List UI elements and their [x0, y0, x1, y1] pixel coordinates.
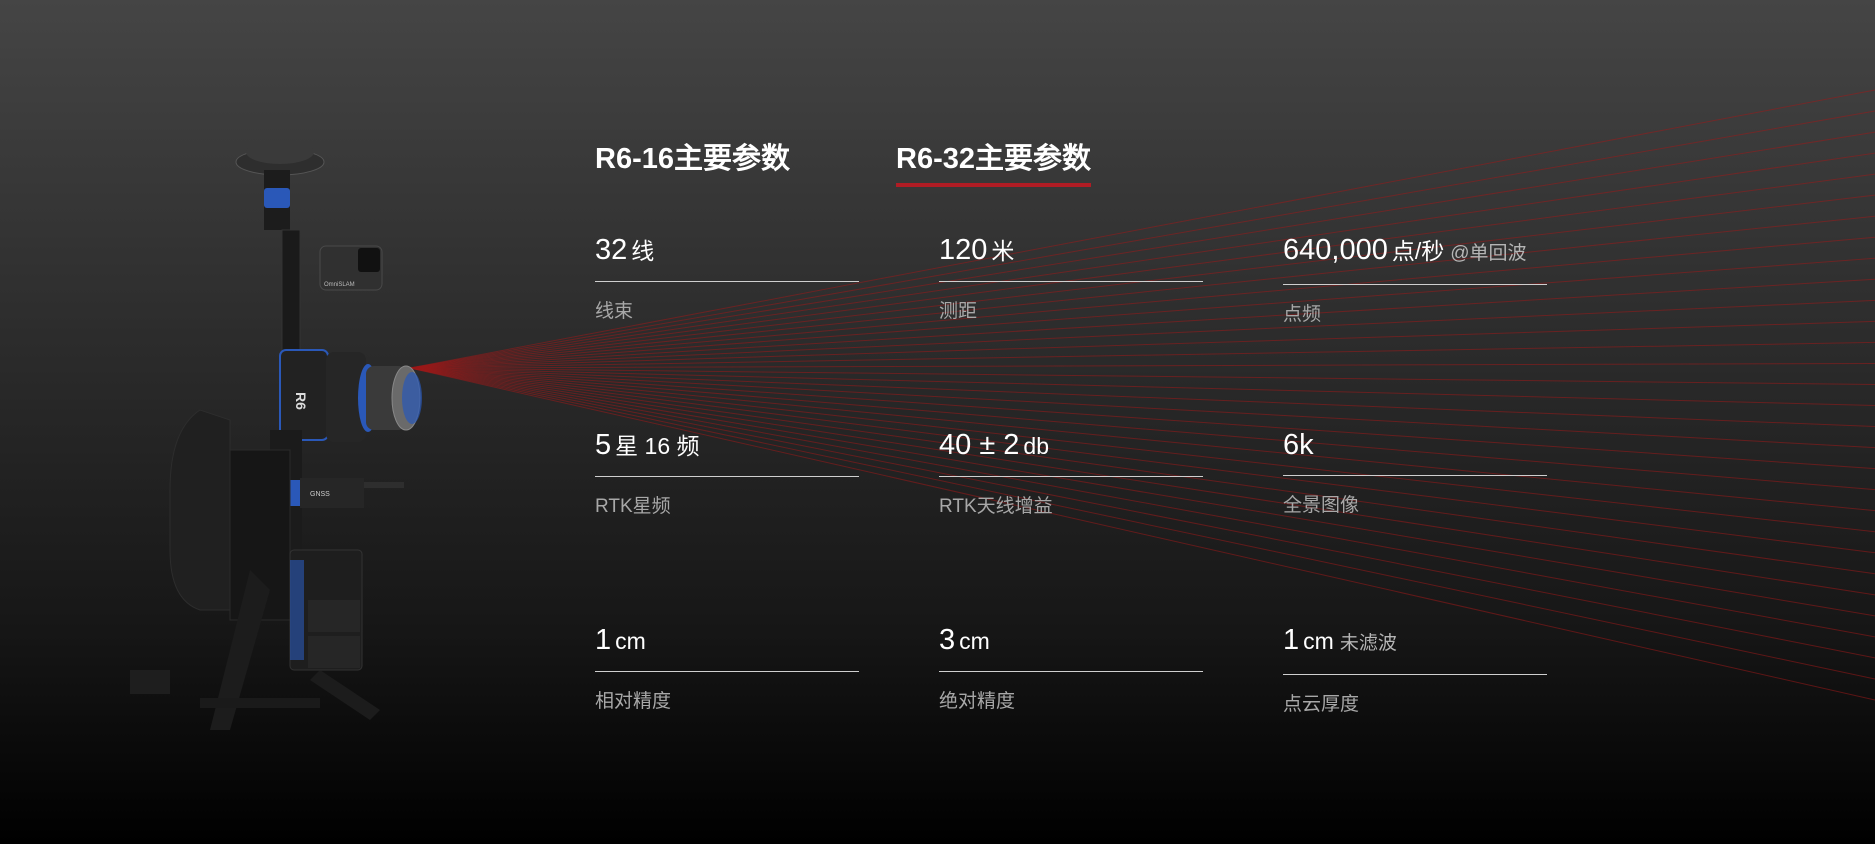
spec-label: 测距	[939, 301, 978, 322]
spec-item: 1 cm 相对精度	[595, 622, 859, 713]
spec-unit: cm	[959, 628, 990, 654]
spec-value-row: 1 cm	[595, 622, 859, 672]
device-brand-text: OmniSLAM	[324, 282, 355, 288]
spec-value-row: 6k	[1283, 427, 1547, 476]
spec-value: 5	[595, 429, 612, 461]
laser-ray	[409, 367, 1875, 428]
spec-value-row: 3 cm	[939, 622, 1203, 672]
spec-value: 1	[1283, 624, 1300, 656]
tab-r6-32[interactable]: R6-32主要参数	[896, 135, 1091, 187]
spec-value-row: 5星 16 频	[595, 427, 859, 477]
spec-unit: 点/秒	[1391, 238, 1445, 264]
device-model-text: R6	[293, 392, 309, 410]
laser-ray	[409, 362, 1875, 369]
scanner-device-image: OmniSLAM R6 GNSS	[130, 140, 422, 730]
spec-value-row: 1 cm 未滤波	[1283, 622, 1547, 675]
tab-r6-16[interactable]: R6-16主要参数	[595, 135, 790, 187]
spec-note: @单回波	[1450, 243, 1527, 264]
spec-label: 绝对精度	[939, 691, 1016, 712]
spec-value: 640,000	[1283, 234, 1388, 266]
spec-value: 1	[595, 624, 612, 656]
laser-ray	[409, 341, 1875, 369]
spec-label: 点云厚度	[1283, 694, 1360, 715]
spec-item: 5星 16 频 RTK星频	[595, 427, 859, 518]
spec-item: 1 cm 未滤波点云厚度	[1283, 622, 1547, 716]
spec-label: 全景图像	[1283, 495, 1360, 516]
spec-value-row: 40 ± 2 db	[939, 427, 1203, 477]
spec-unit: cm	[615, 628, 646, 654]
spec-value: 120	[939, 234, 988, 266]
spec-label: RTK天线增益	[939, 496, 1053, 517]
spec-value-row: 120 米	[939, 232, 1203, 282]
spec-item: 120 米测距	[939, 232, 1203, 323]
spec-unit: 线	[631, 238, 655, 264]
spec-item: 40 ± 2 db RTK天线增益	[939, 427, 1203, 518]
spec-label: RTK星频	[595, 496, 671, 517]
spec-label: 相对精度	[595, 691, 672, 712]
device-gnss-text: GNSS	[310, 491, 330, 498]
spec-value: 40 ± 2	[939, 429, 1020, 461]
laser-ray	[409, 367, 1875, 407]
spec-value: 32	[595, 234, 628, 266]
spec-label: 点频	[1283, 304, 1322, 325]
spec-note: 未滤波	[1339, 633, 1397, 654]
spec-unit: cm	[1303, 628, 1334, 654]
spec-item: 640,000 点/秒 @单回波点频	[1283, 232, 1547, 326]
spec-item: 6k 全景图像	[1283, 427, 1547, 517]
spec-unit: 星 16 频	[615, 433, 700, 459]
spec-label: 线束	[595, 301, 634, 322]
laser-ray	[409, 320, 1875, 369]
spec-unit: db	[1023, 433, 1050, 459]
spec-item: 3 cm 绝对精度	[939, 622, 1203, 713]
spec-unit: 米	[991, 238, 1015, 264]
spec-value-row: 640,000 点/秒 @单回波	[1283, 232, 1547, 285]
spec-item: 32 线线束	[595, 232, 859, 323]
spec-value-row: 32 线	[595, 232, 859, 282]
spec-value: 6k	[1283, 429, 1314, 461]
laser-ray	[409, 367, 1875, 385]
spec-value: 3	[939, 624, 956, 656]
laser-ray	[409, 89, 1875, 369]
